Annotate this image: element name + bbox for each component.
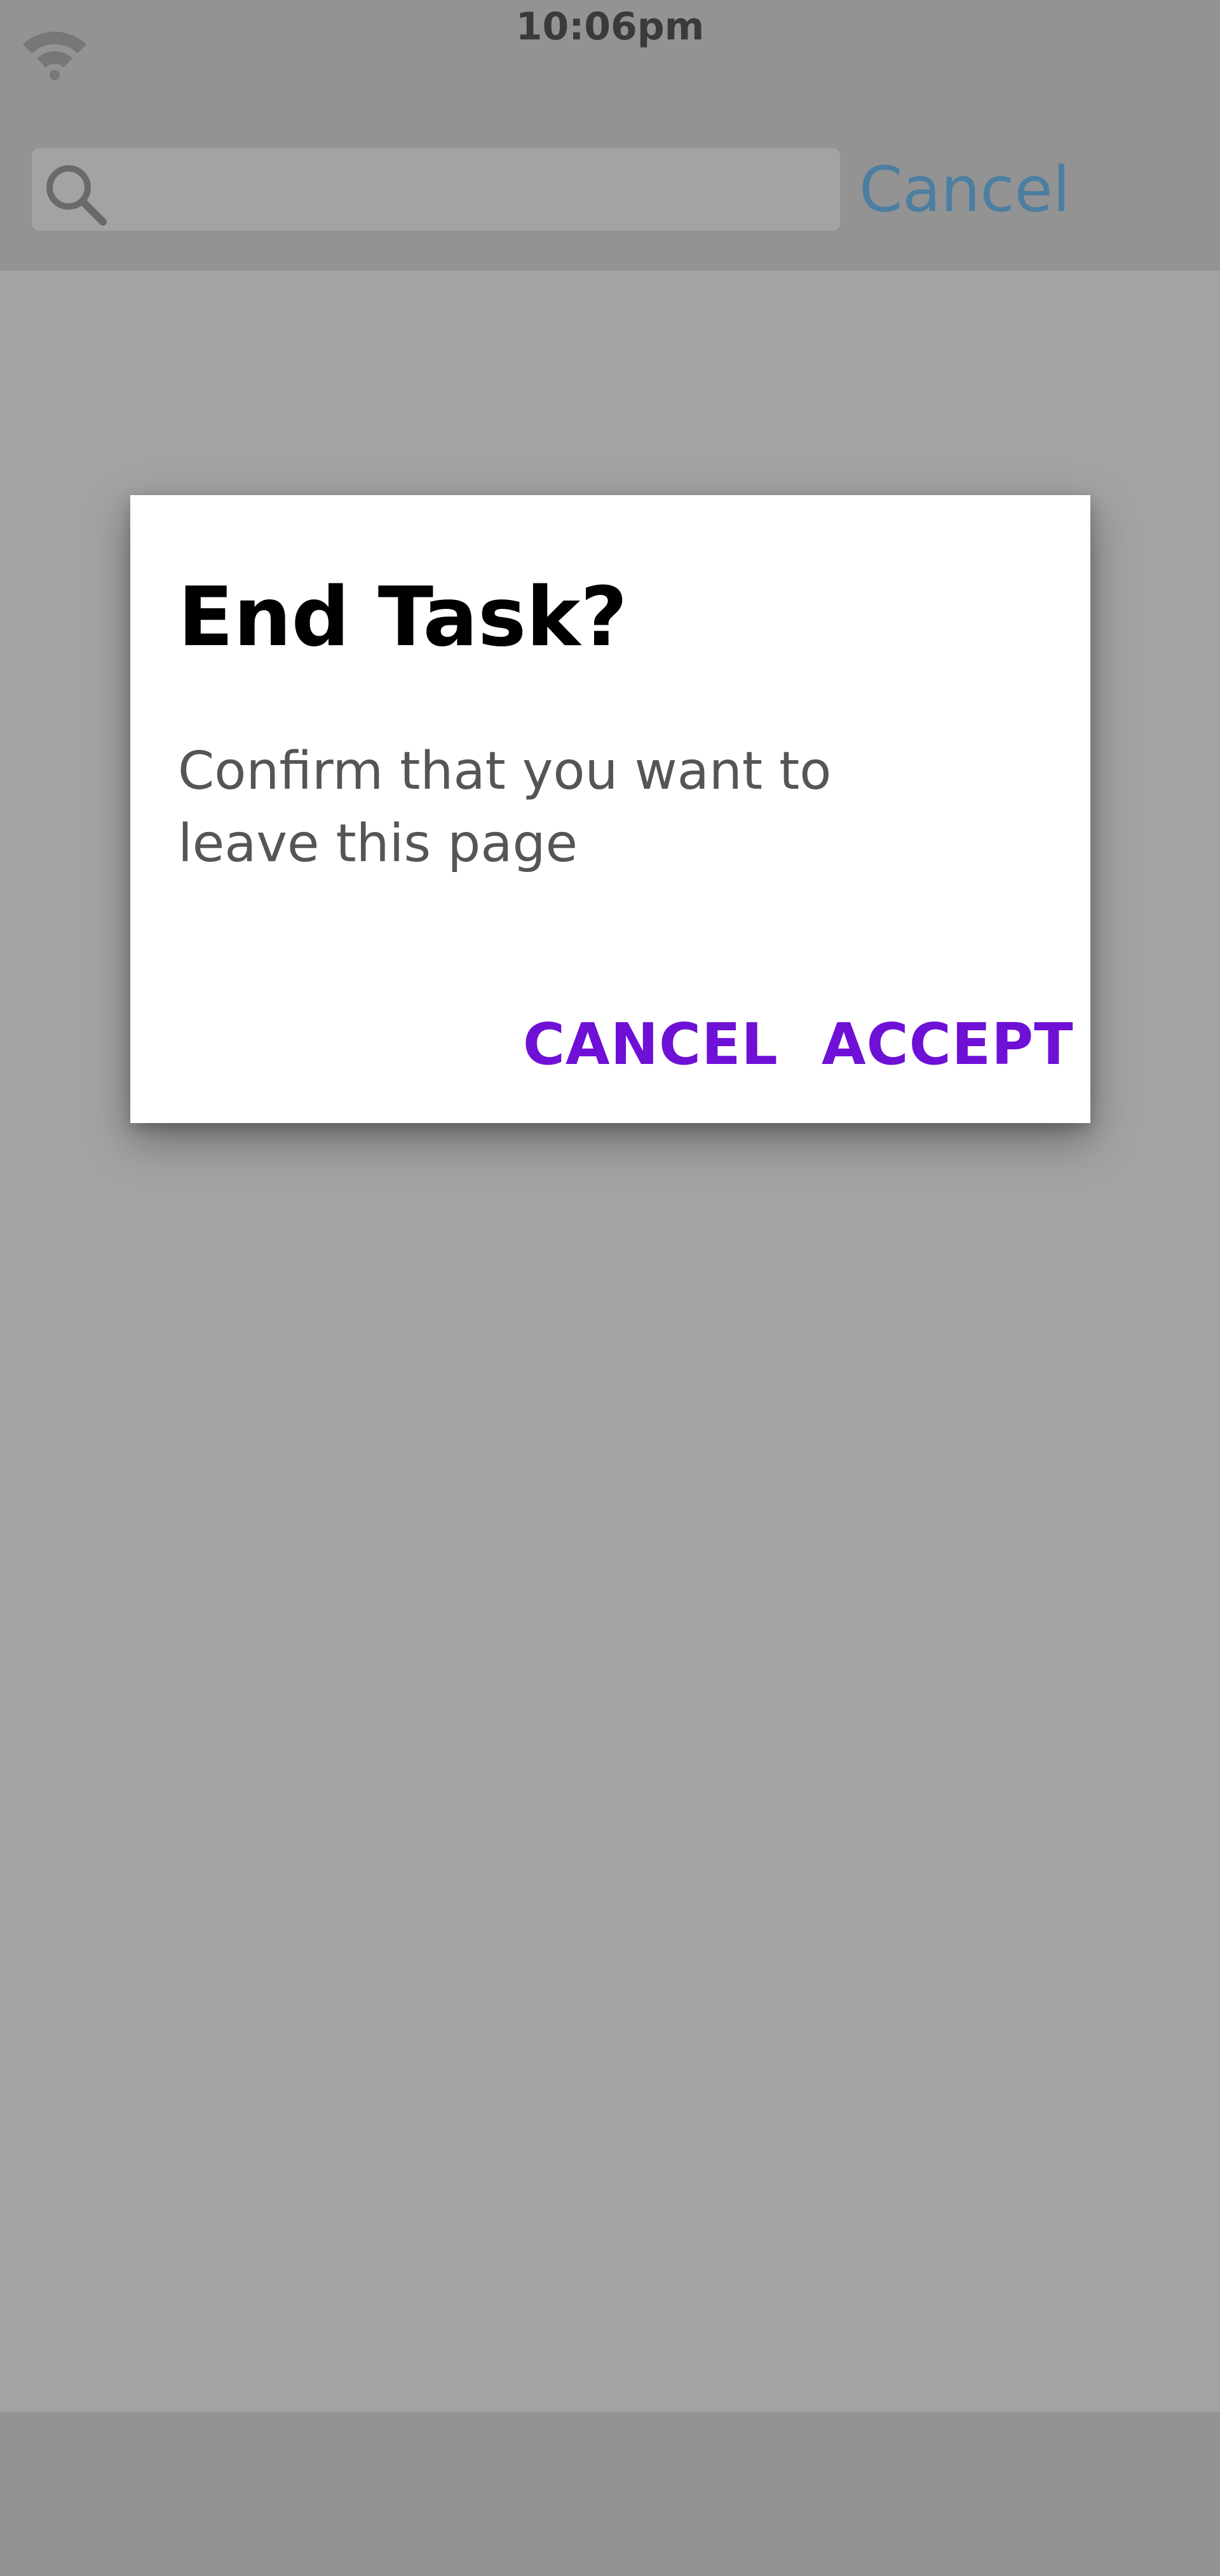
accept-button[interactable]: ACCEPT <box>822 1010 1074 1080</box>
screen: 10:06pm Cancel End Task? Confirm that yo… <box>0 0 1220 2576</box>
cancel-button[interactable]: CANCEL <box>523 1010 778 1080</box>
search-icon <box>46 165 107 226</box>
end-task-dialog: End Task? Confirm that you want to leave… <box>130 495 1090 1123</box>
dialog-title: End Task? <box>178 570 628 665</box>
status-bar: 10:06pm <box>0 0 1220 95</box>
search-input[interactable] <box>32 148 840 231</box>
bottom-bar <box>0 2412 1220 2576</box>
search-header: Cancel <box>0 95 1220 271</box>
status-time: 10:06pm <box>515 4 705 49</box>
search-cancel-button[interactable]: Cancel <box>859 154 1070 226</box>
dialog-message: Confirm that you want to leave this page <box>178 741 832 874</box>
